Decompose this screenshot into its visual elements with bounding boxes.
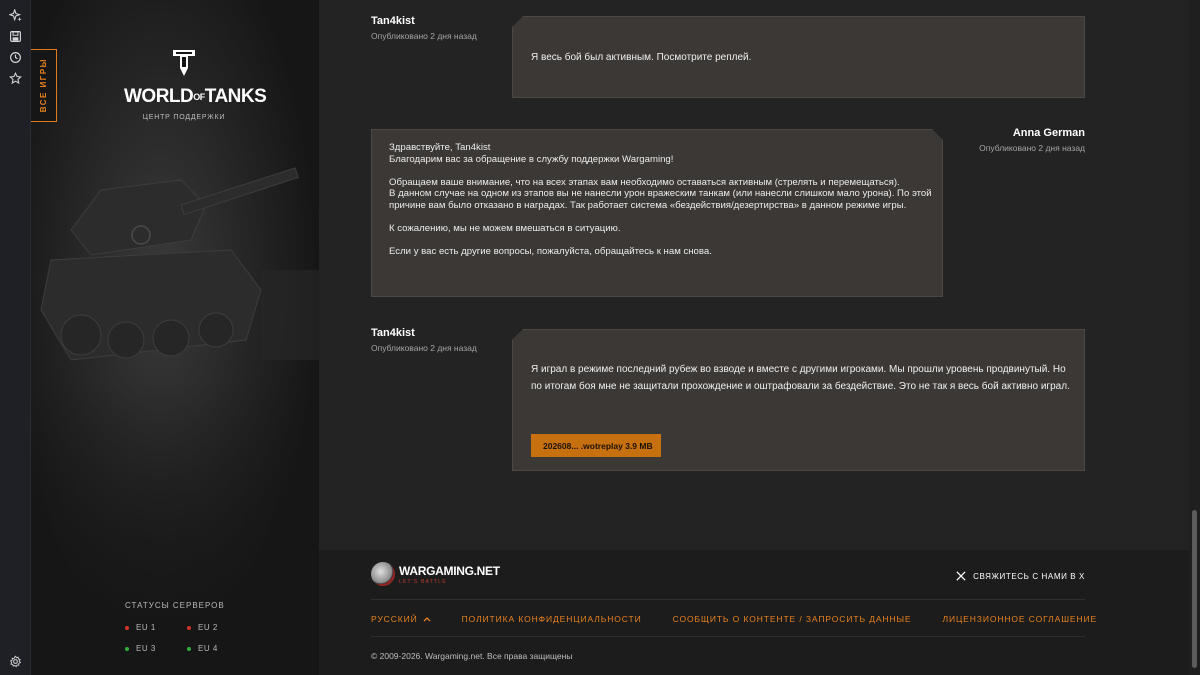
all-games-label: ВСЕ ИГРЫ (39, 58, 48, 113)
privacy-policy-link[interactable]: ПОЛИТИКА КОНФИДЕНЦИАЛЬНОСТИ (462, 614, 642, 624)
message-author: Anna German (1012, 127, 1085, 139)
language-label: РУССКИЙ (371, 614, 418, 624)
license-agreement-link[interactable]: ЛИЦЕНЗИОННОЕ СОГЛАШЕНИЕ (943, 614, 1098, 624)
logo-subtitle: ЦЕНТР ПОДДЕРЖКИ (142, 114, 226, 122)
message-date: Опубликовано 2 дня назад (979, 143, 1085, 153)
status-dot (125, 646, 129, 651)
support-message-bubble: Здравствуйте, Tan4kist Благодарим вас за… (371, 129, 943, 297)
message-author: Tan4kist (371, 15, 415, 27)
scrollbar-thumb[interactable] (1192, 510, 1197, 668)
server-name: EU 2 (198, 623, 218, 632)
language-selector[interactable]: РУССКИЙ (371, 614, 431, 624)
server-status-panel: СТАТУСЫ СЕРВЕРОВ EU 1 EU 2 EU 3 EU 4 (125, 601, 319, 653)
report-content-link[interactable]: СООБЩИТЬ О КОНТЕНТЕ / ЗАПРОСИТЬ ДАННЫЕ (673, 614, 912, 624)
footer-links: РУССКИЙ ПОЛИТИКА КОНФИДЕНЦИАЛЬНОСТИ СООБ… (371, 614, 1128, 624)
server-name: EU 1 (136, 623, 156, 632)
world-of-tanks-logo[interactable]: WORLDOFTANKS ЦЕНТР ПОДДЕРЖКИ (124, 48, 267, 122)
footer-divider (371, 599, 1085, 600)
logo-word-mid: OF (193, 92, 205, 102)
copyright-text: © 2009-2026. Wargaming.net. Все права за… (371, 651, 573, 661)
message-date: Опубликовано 2 дня назад (371, 343, 477, 353)
history-icon[interactable] (8, 50, 23, 65)
star-icon[interactable] (8, 71, 23, 86)
wot-emblem-icon (173, 50, 195, 76)
status-dot (187, 646, 191, 651)
chevron-up-icon (423, 617, 431, 622)
logo-word-left: WORLD (124, 86, 194, 108)
left-sidebar: ВСЕ ИГРЫ WORLDOFTANKS ЦЕНТР ПОДДЕРЖКИ СТ… (31, 0, 319, 675)
user-message-bubble: Я весь бой был активным. Посмотрите репл… (512, 16, 1085, 98)
wargaming-emblem-icon (371, 562, 395, 586)
page-footer: WARGAMING.NET LET'S BATTLE СВЯЖИТЕСЬ С Н… (319, 550, 1189, 675)
contact-label: СВЯЖИТЕСЬ С НАМИ В X (973, 571, 1085, 581)
status-dot (187, 625, 191, 630)
save-icon[interactable] (8, 29, 23, 44)
server-status-title: СТАТУСЫ СЕРВЕРОВ (125, 601, 225, 610)
server-status-item: EU 4 (187, 644, 249, 653)
message-text: Я весь бой был активным. Посмотрите репл… (531, 52, 752, 63)
wargaming-logo[interactable]: WARGAMING.NET LET'S BATTLE (371, 562, 500, 586)
contact-us-x-link[interactable]: СВЯЖИТЕСЬ С НАМИ В X (956, 571, 1085, 581)
server-name: EU 4 (198, 644, 218, 653)
footer-divider (371, 636, 1085, 637)
page-scrollbar[interactable] (1189, 0, 1200, 675)
sparkle-icon[interactable] (8, 8, 23, 23)
message-text: Я играл в режиме последний рубеж во взво… (531, 364, 1070, 392)
x-logo-icon (956, 571, 966, 581)
message-author: Tan4kist (371, 327, 415, 339)
replay-attachment-link[interactable]: 202608... .wotreplay 3.9 MB (531, 434, 661, 457)
message-date: Опубликовано 2 дня назад (371, 31, 477, 41)
server-status-item: EU 3 (125, 644, 187, 653)
logo-wordmark: WORLDOFTANKS (124, 86, 267, 108)
all-games-tab[interactable]: ВСЕ ИГРЫ (31, 49, 57, 122)
wargaming-tagline: LET'S BATTLE (399, 578, 447, 585)
server-name: EU 3 (136, 644, 156, 653)
ticket-conversation: Tan4kist Опубликовано 2 дня назад Я весь… (319, 0, 1189, 550)
message-text: Здравствуйте, Tan4kist Благодарим вас за… (389, 142, 932, 258)
wargaming-brand-name: WARGAMING.NET (399, 563, 500, 578)
server-status-item: EU 2 (187, 623, 249, 632)
settings-icon[interactable] (8, 654, 23, 669)
status-dot (125, 625, 129, 630)
browser-side-toolbar (0, 0, 31, 675)
server-status-item: EU 1 (125, 623, 187, 632)
logo-word-right: TANKS (204, 86, 267, 108)
